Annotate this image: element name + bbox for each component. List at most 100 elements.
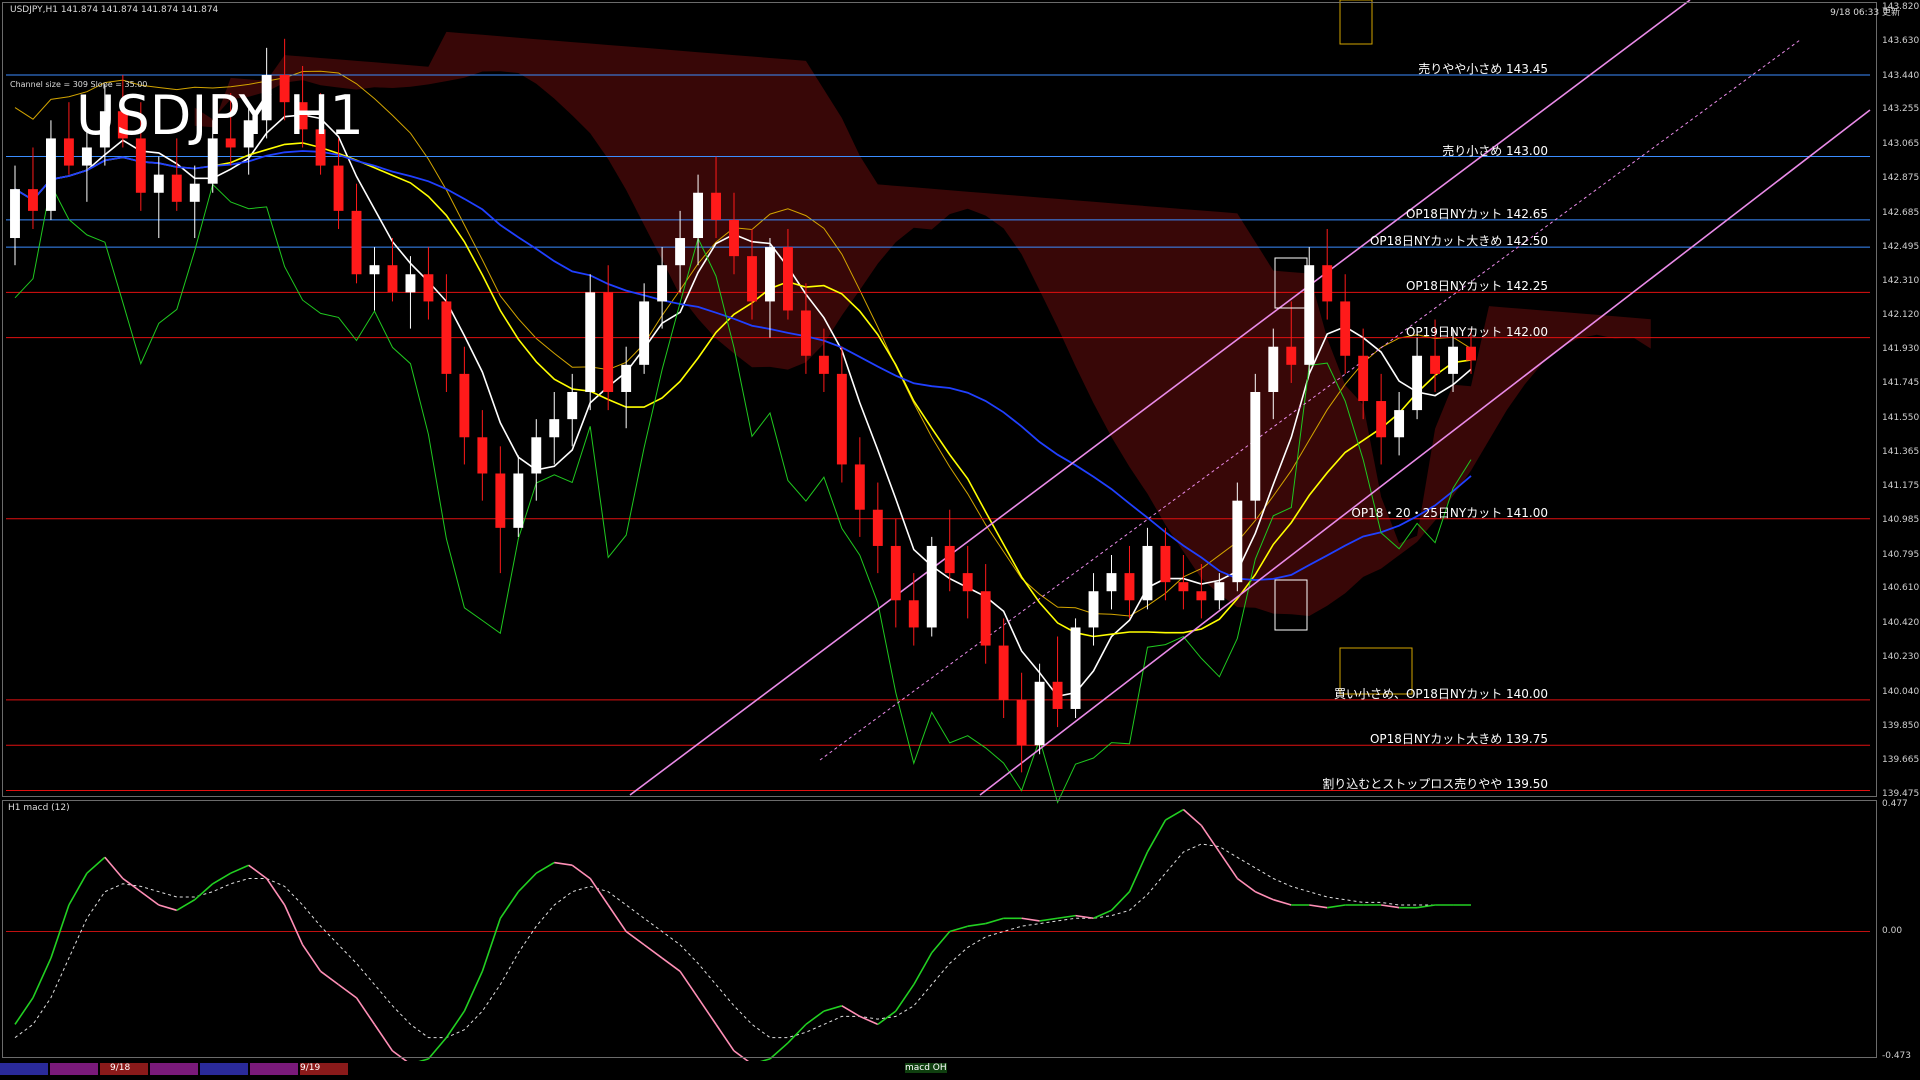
level-label: OP18・20・25日NYカット 141.00 — [1351, 505, 1548, 520]
level-label: OP18日NYカット 142.25 — [1405, 279, 1548, 294]
candle-body — [441, 301, 452, 374]
candle-body — [1322, 265, 1333, 302]
candle-body — [423, 274, 434, 302]
macd-segment — [320, 970, 340, 986]
candle-body — [872, 509, 883, 546]
candle-body — [1286, 346, 1297, 365]
horizontal-levels — [6, 74, 1870, 791]
macd-segment — [823, 1005, 843, 1012]
price-tick-label: 142.875 — [1882, 173, 1920, 184]
candle-body — [28, 189, 38, 211]
candle-body — [1178, 582, 1189, 592]
candle-body — [369, 265, 380, 275]
macd-segment — [1381, 904, 1400, 909]
candle-body — [351, 210, 362, 275]
macd-segment — [1327, 904, 1346, 909]
macd-segment — [1165, 808, 1184, 821]
macd-segment — [158, 904, 177, 912]
candle-body — [1268, 346, 1279, 392]
candle-body — [675, 238, 686, 266]
candle-body — [531, 437, 542, 474]
macd-segment — [1273, 898, 1292, 906]
macd-signal-line — [14, 843, 1471, 1039]
candle-body — [1016, 699, 1027, 746]
macd-segment — [140, 891, 160, 906]
price-tick-label: 141.175 — [1882, 481, 1920, 492]
bottom-bar-date: 9/19 — [300, 1063, 321, 1073]
macd-segment — [625, 930, 645, 946]
macd-tick-label: 0.477 — [1882, 799, 1908, 809]
price-tick-label: 140.795 — [1882, 549, 1920, 560]
macd-segment — [769, 1042, 789, 1060]
candle-body — [387, 265, 398, 293]
level-label: 割り込むとストップロス売りやや 139.50 — [1322, 777, 1548, 792]
macd-segment — [481, 918, 502, 972]
macd-segment — [248, 864, 268, 880]
price-tick-label: 142.310 — [1882, 275, 1920, 286]
candle-body — [477, 437, 488, 474]
candle-body — [711, 192, 721, 220]
macd-segment — [1182, 808, 1202, 827]
macd-segment — [194, 883, 214, 901]
price-tick-label: 141.930 — [1882, 344, 1920, 355]
macd-segment — [355, 997, 376, 1025]
candle-body — [567, 391, 578, 420]
chart-canvas[interactable] — [0, 0, 1920, 1080]
candle-body — [693, 192, 704, 239]
candle-body — [549, 419, 560, 438]
macd-segment — [607, 904, 627, 932]
price-tick-label: 143.440 — [1882, 70, 1920, 81]
candle-body — [189, 183, 200, 202]
macd-segment — [877, 1010, 897, 1026]
channel-line — [819, 39, 1801, 761]
candle-body — [944, 545, 955, 574]
candle-body — [585, 292, 596, 392]
macd-segment — [985, 917, 1004, 925]
candle-body — [81, 147, 92, 166]
macd-segment — [805, 1010, 825, 1026]
candle-body — [153, 174, 164, 193]
candle-body — [854, 464, 865, 510]
level-label: OP18日NYカット大きめ 139.75 — [1369, 732, 1548, 747]
macd-segment — [554, 861, 573, 867]
price-tick-label: 139.665 — [1882, 754, 1920, 765]
macd-segment — [230, 864, 249, 874]
candle-body — [1394, 410, 1405, 438]
candle-body — [962, 573, 973, 592]
price-tick-label: 140.985 — [1882, 515, 1920, 526]
price-tick-label: 140.610 — [1882, 583, 1920, 594]
candle-body — [980, 591, 991, 646]
bottom-bar-segment — [150, 1063, 198, 1075]
candle-body — [818, 355, 829, 374]
level-label: 売り小さめ 143.00 — [1442, 143, 1548, 158]
price-tick-label: 141.745 — [1882, 377, 1920, 388]
candle-body — [1088, 591, 1099, 628]
macd-segment — [1236, 877, 1256, 893]
macd-segment — [787, 1023, 807, 1044]
bottom-bar-segment — [250, 1063, 298, 1075]
candle-body — [621, 364, 632, 392]
macd-segment — [535, 861, 555, 874]
macd-segment — [86, 856, 106, 874]
price-tick-label: 141.550 — [1882, 413, 1920, 424]
candle-body — [1214, 582, 1225, 601]
price-tick-label: 143.255 — [1882, 104, 1920, 115]
price-tick-label: 142.685 — [1882, 207, 1920, 218]
bottom-indicator-label: macd OH — [905, 1063, 947, 1073]
macd-segment — [715, 1023, 735, 1052]
candle-body — [1340, 301, 1351, 356]
macd-segment — [122, 877, 142, 893]
macd-segment — [445, 1010, 466, 1039]
macd-segment — [931, 931, 951, 954]
candle-body — [1052, 681, 1063, 709]
macd-segment — [517, 872, 537, 893]
candle-body — [908, 600, 919, 628]
candle-body — [10, 189, 20, 239]
price-tick-label: 140.420 — [1882, 617, 1920, 628]
macd-tick-label: -0.473 — [1882, 1051, 1912, 1061]
candle-body — [1160, 545, 1171, 583]
macd-segment — [1021, 917, 1040, 922]
candle-body — [333, 165, 344, 211]
candle-body — [800, 310, 811, 356]
macd-segment — [265, 878, 286, 906]
